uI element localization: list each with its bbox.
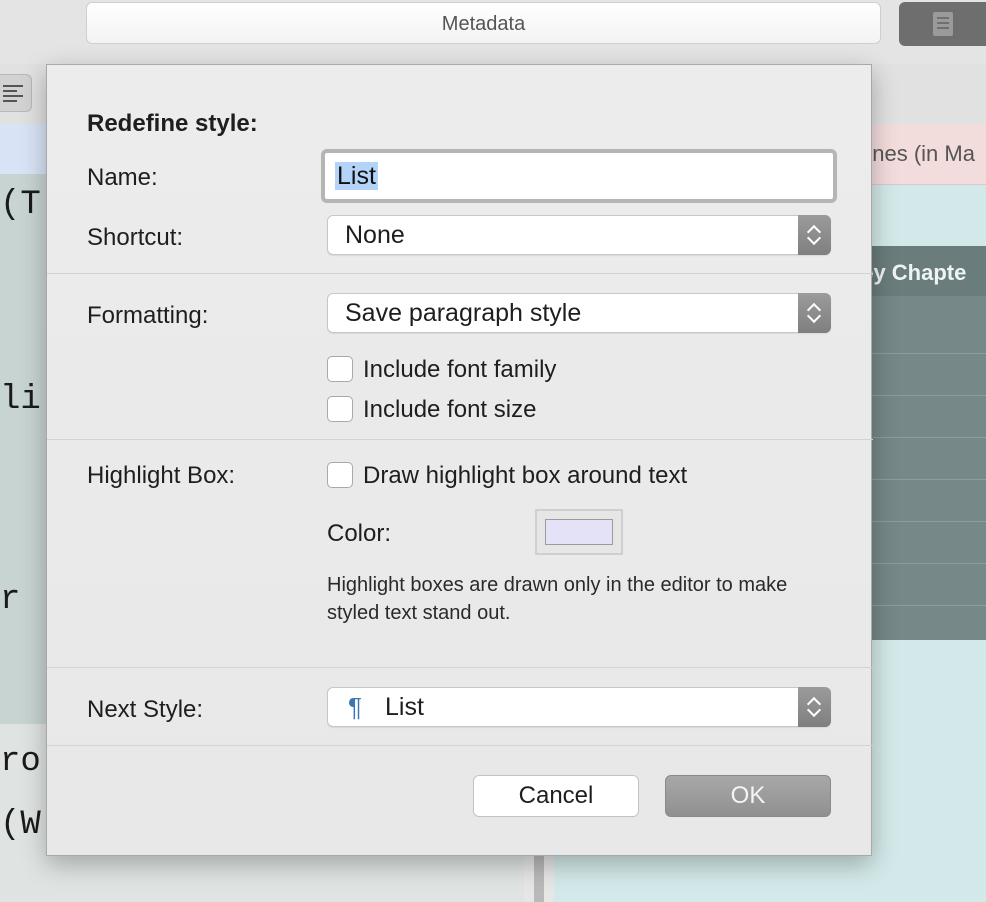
cancel-button[interactable]: Cancel: [473, 775, 639, 817]
shortcut-popup-value: None: [345, 221, 405, 249]
formatting-popup-value: Save paragraph style: [345, 299, 582, 327]
include-font-size-checkbox[interactable]: [327, 396, 353, 422]
color-label: Color:: [327, 520, 392, 547]
pilcrow-icon: ¶: [348, 692, 362, 722]
document-view-button[interactable]: [899, 2, 986, 46]
next-style-popup[interactable]: ¶ List: [327, 687, 831, 727]
ok-button[interactable]: OK: [665, 775, 831, 817]
dialog-title: Redefine style:: [87, 110, 258, 137]
include-font-size-label[interactable]: Include font size: [363, 396, 536, 424]
name-field-value: List: [335, 161, 378, 190]
next-style-label: Next Style:: [87, 696, 204, 723]
shortcut-label: Shortcut:: [87, 224, 184, 251]
color-swatch: [545, 519, 613, 545]
highlight-box-label: Highlight Box:: [87, 462, 236, 489]
draw-highlight-box-label[interactable]: Draw highlight box around text: [363, 462, 687, 490]
divider: [47, 273, 873, 274]
highlight-help-text: Highlight boxes are drawn only in the ed…: [327, 574, 788, 624]
outline-table-header-text: by Chapte: [860, 260, 967, 285]
highlight-color-well[interactable]: [535, 509, 623, 555]
formatting-label: Formatting:: [87, 302, 209, 329]
next-style-popup-value: List: [385, 693, 424, 721]
document-icon: [933, 12, 953, 36]
redefine-style-dialog: Redefine style: Name: List Shortcut: Non…: [46, 64, 873, 856]
popup-stepper-icon: [798, 215, 831, 255]
include-font-family-label[interactable]: Include font family: [363, 356, 556, 384]
popup-stepper-icon: [798, 687, 831, 727]
include-font-family-checkbox[interactable]: [327, 356, 353, 382]
editor-text: (W: [0, 806, 41, 844]
name-field[interactable]: List: [321, 149, 837, 203]
outline-header-text: enes (in Ma: [860, 141, 975, 166]
editor-text: li: [0, 381, 41, 419]
draw-highlight-box-checkbox[interactable]: [327, 462, 353, 488]
metadata-button[interactable]: Metadata: [86, 2, 881, 44]
editor-text: ro: [0, 743, 41, 781]
editor-highlight: [0, 124, 46, 174]
shortcut-popup[interactable]: None: [327, 215, 831, 255]
divider: [47, 745, 873, 746]
editor-text: (T: [0, 186, 41, 224]
divider: [47, 667, 873, 668]
formatting-popup[interactable]: Save paragraph style: [327, 293, 831, 333]
align-left-button[interactable]: [0, 74, 32, 112]
name-label: Name:: [87, 164, 158, 191]
divider: [47, 439, 873, 440]
editor-text: r: [0, 581, 21, 619]
popup-stepper-icon: [798, 293, 831, 333]
